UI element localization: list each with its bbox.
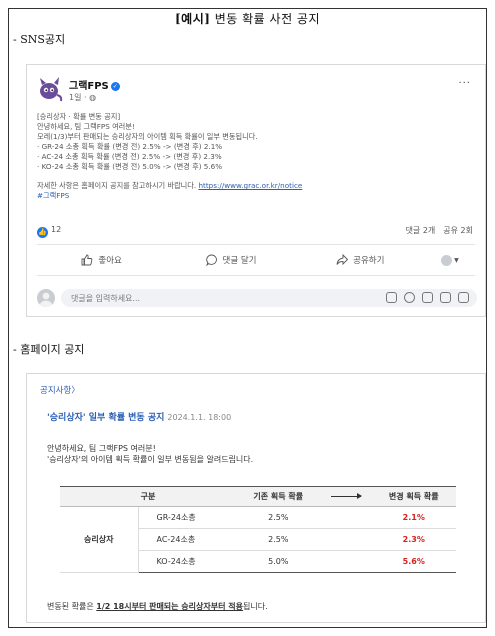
footer-text: 변동된 확률은 [47,602,97,611]
table-row: 승리상자 GR-24소총 2.5% 2.1% [60,506,456,573]
notice-greeting: 안녕하세요, 팀 그랙FPS 여러분! [47,444,156,453]
sticker-icon[interactable] [458,292,469,303]
page-name[interactable]: 그랙FPS ✓ [69,77,120,92]
reaction-counts: 댓글 2개 공유 2회 [398,225,473,236]
post-body: [승리상자 · 확률 변동 공지] 안녕하세요, 팀 그랙FPS 여러분! 모레… [37,112,477,201]
after-cell: 2.1% [371,506,456,529]
logo-character-icon[interactable] [37,76,63,102]
gif-icon[interactable] [440,292,451,303]
post-line: 자세한 사항은 홈페이지 공지를 참고하시기 바랍니다. https://www… [37,181,477,191]
divider [37,275,475,276]
reactions-summary[interactable]: 👍 12 [37,225,61,238]
post-line: · GR-24 소총 획득 확률 (변경 전) 2.5% -> (변경 후) 2… [37,142,223,151]
before-cell: 2.5% [236,506,321,529]
title-bracket: [예시] [174,12,211,26]
notice-title-row: '승리상자' 일부 확률 변동 공지 2024.1.1. 18:00 [47,410,231,423]
table-header-row: 구분 기존 획득 확률 변경 획득 확률 [60,486,456,507]
like-button[interactable]: 좋아요 [37,254,166,266]
share-button[interactable]: 공유하기 [296,254,425,266]
arrow-cell [320,506,372,529]
notice-footer: 변동된 확률은 1/2 18시부터 판매되는 승리상자부터 적용됩니다. [47,601,268,612]
page-name-text[interactable]: 그랙FPS [69,81,109,92]
audience-selector[interactable]: ▼ [425,254,475,266]
notice-description: '승리상자'의 아이템 획득 확률이 일부 변동됨을 알려드립니다. [47,455,254,464]
photo-icon[interactable] [386,292,397,303]
mini-avatar [441,254,453,266]
caret-down-icon: ▼ [454,256,459,264]
header-after: 변경 획득 확률 [371,486,456,507]
verified-icon: ✓ [110,82,120,91]
document-frame: [예시] 변동 확률 사전 공지 - SNS공지 그랙FPS ✓ 1일 · ◍ ·… [8,8,487,628]
comment-placeholder: 댓글을 입력하세요... [71,294,141,303]
share-arrow-icon [336,254,349,266]
before-cell: 2.5% [236,528,321,551]
header-category: 구분 [60,486,237,507]
section-label-sns: - SNS공지 [13,33,66,46]
before-cell: 5.0% [236,550,321,573]
comment-label: 댓글 달기 [222,256,257,266]
item-cell: KO-24소총 [138,550,237,573]
arrow-cell [320,550,372,573]
category-cell: 승리상자 [60,506,139,573]
comment-tools [386,292,469,303]
like-thumb-icon [81,254,93,266]
post-time: 1일 · [69,93,90,102]
emoji-icon[interactable] [404,292,415,303]
homepage-notice-card: 공지사항〉 '승리상자' 일부 확률 변동 공지 2024.1.1. 18:00 … [26,373,486,623]
post-line-text: 자세한 사항은 홈페이지 공지를 참고하시기 바랍니다. [37,181,199,190]
sns-post-card: 그랙FPS ✓ 1일 · ◍ ··· [승리상자 · 확률 변동 공지] 안녕하세… [26,64,486,317]
post-line: · KO-24 소총 획득 확률 (변경 전) 5.0% -> (변경 후) 5… [37,162,223,171]
camera-icon[interactable] [422,292,433,303]
globe-icon: ◍ [89,93,97,102]
notice-link[interactable]: https://www.grac.or.kr/notice [198,181,302,190]
more-icon[interactable]: ··· [458,78,471,89]
header-arrow [320,486,372,507]
comment-bubble-icon [205,254,217,266]
like-count: 12 [51,225,62,234]
like-badge-icon: 👍 [37,227,48,238]
footer-emphasis: 1/2 18시부터 판매되는 승리상자부터 적용 [96,602,243,611]
item-cell: AC-24소총 [138,528,237,551]
hashtag-link[interactable]: #그랙FPS [37,191,477,201]
comments-count[interactable]: 댓글 2개 [406,226,436,235]
post-line: 모레(1/3)부터 판매되는 승리상자의 아이템 획득 확률이 일부 변동됩니다… [37,132,258,141]
arrow-cell [320,528,372,551]
after-cell: 5.6% [371,550,456,573]
post-actions-bar: 좋아요 댓글 달기 공유하기 ▼ [37,249,475,271]
arrow-right-icon [331,493,362,499]
post-line: · AC-24 소총 획득 확률 (변경 전) 2.5% -> (변경 후) 2… [37,152,222,161]
comment-input[interactable]: 댓글을 입력하세요... [61,289,477,307]
post-line: [승리상자 · 확률 변동 공지] [37,112,121,121]
breadcrumb[interactable]: 공지사항〉 [40,384,80,396]
commenter-avatar [37,289,55,307]
header-before: 기존 획득 확률 [236,486,321,507]
shares-count[interactable]: 공유 2회 [443,226,473,235]
notice-text: 안녕하세요, 팀 그랙FPS 여러분! '승리상자'의 아이템 획득 확률이 일… [47,443,253,465]
comment-button[interactable]: 댓글 달기 [166,254,295,266]
section-label-homepage: - 홈페이지 공지 [13,343,85,356]
like-label: 좋아요 [98,256,122,266]
share-label: 공유하기 [353,256,385,266]
notice-date: 2024.1.1. 18:00 [167,413,232,422]
after-cell: 2.3% [371,528,456,551]
post-line: 안녕하세요, 팀 그랙FPS 여러분! [37,122,135,131]
divider [37,244,475,245]
footer-text-end: 됩니다. [242,602,268,611]
item-cell: GR-24소총 [138,506,237,529]
document-title: [예시] 변동 확률 사전 공지 [9,10,486,27]
notice-title: '승리상자' 일부 확률 변동 공지 [47,413,165,423]
post-meta: 1일 · ◍ [69,92,96,103]
probability-table: 구분 기존 획득 확률 변경 획득 확률 승리상자 GR-24소총 2.5% 2… [60,486,456,573]
title-text: 변동 확률 사전 공지 [210,12,321,26]
